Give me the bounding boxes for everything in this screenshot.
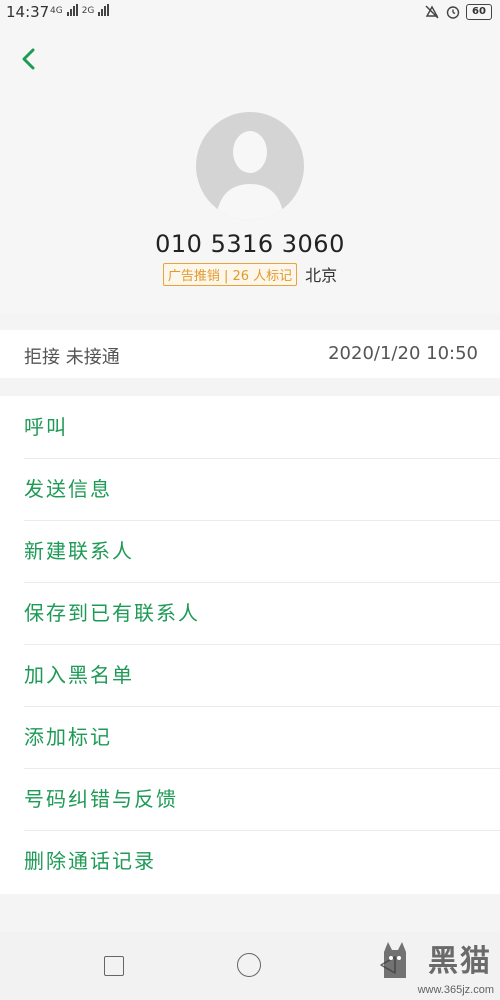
new-contact-action[interactable]: 新建联系人 xyxy=(0,520,500,582)
status-right-icons: 60 xyxy=(424,4,492,20)
signal-icon xyxy=(66,4,78,16)
back-icon[interactable] xyxy=(12,42,46,76)
add-to-blacklist-action[interactable]: 加入黑名单 xyxy=(0,644,500,706)
default-person-icon xyxy=(216,131,284,220)
send-message-action[interactable]: 发送信息 xyxy=(0,458,500,520)
call-action[interactable]: 呼叫 xyxy=(0,396,500,458)
call-time: 2020/1/20 10:50 xyxy=(328,343,478,364)
status-time: 14:37 xyxy=(6,3,50,21)
save-to-existing-contact-action[interactable]: 保存到已有联系人 xyxy=(0,582,500,644)
watermark: 黑猫 www.365jz.com xyxy=(378,936,498,998)
call-detail-screen: 14:37 4G 2G 60 010 5316 3060 广告推销 | 26 人… xyxy=(0,0,500,1000)
cat-logo-icon xyxy=(384,942,406,978)
phone-number: 010 5316 3060 xyxy=(155,230,345,258)
tag-row: 广告推销 | 26 人标记 北京 xyxy=(0,262,500,286)
number-correction-feedback-action[interactable]: 号码纠错与反馈 xyxy=(0,768,500,830)
add-mark-action[interactable]: 添加标记 xyxy=(0,706,500,768)
avatar xyxy=(196,112,304,220)
spam-mark-tag: 广告推销 | 26 人标记 xyxy=(162,262,298,286)
network-indicators: 4G 2G xyxy=(50,4,110,16)
recent-apps-button[interactable] xyxy=(104,956,124,976)
watermark-url: www.365jz.com xyxy=(417,984,494,996)
battery-icon: 60 xyxy=(466,4,492,20)
call-status: 拒接 未接通 xyxy=(24,347,120,368)
contact-header: 010 5316 3060 广告推销 | 26 人标记 北京 xyxy=(0,26,500,314)
delete-call-record-action[interactable]: 删除通话记录 xyxy=(0,830,500,892)
network-4g-label: 4G xyxy=(50,6,63,16)
signal-icon-2 xyxy=(98,4,110,16)
mute-icon xyxy=(425,5,439,19)
call-record-row: 拒接 未接通 2020/1/20 10:50 xyxy=(0,330,500,378)
alarm-icon xyxy=(446,6,460,19)
location-label: 北京 xyxy=(305,266,338,285)
action-list: 呼叫 发送信息 新建联系人 保存到已有联系人 加入黑名单 添加标记 号码纠错与反… xyxy=(0,396,500,894)
status-bar: 14:37 4G 2G 60 xyxy=(0,0,500,26)
home-button[interactable] xyxy=(237,953,261,977)
network-2g-label: 2G xyxy=(81,6,95,16)
watermark-brand: 黑猫 xyxy=(428,944,492,979)
